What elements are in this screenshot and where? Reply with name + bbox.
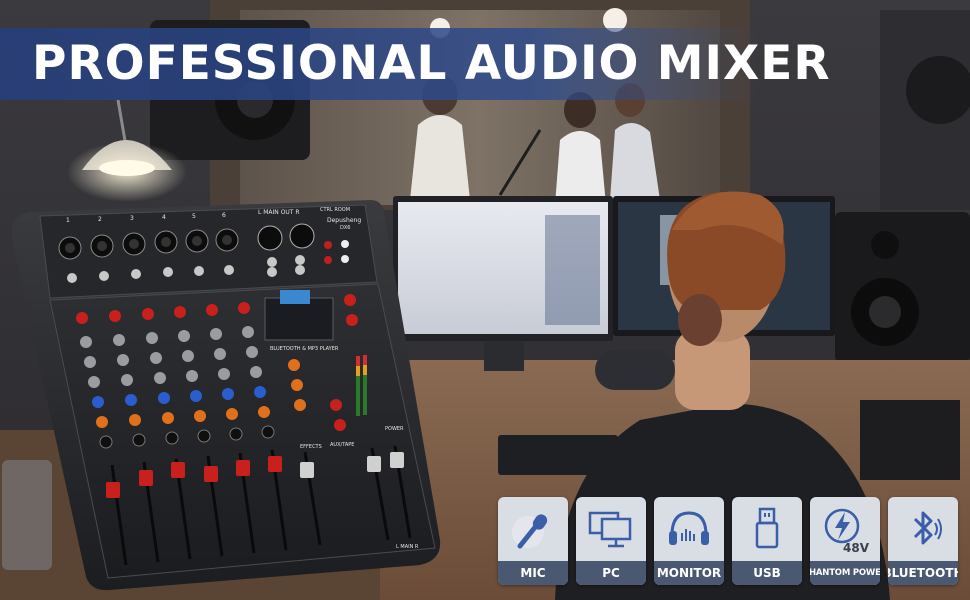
aux-tape-label: AUX/TAPE [330,442,354,448]
feature-badges: MIC PC MONITOR USB 48V HANTOM POWE LUETO… [498,497,958,585]
channel-number: 3 [130,215,134,222]
voltage-label: 48V [843,541,869,555]
feature-label: MIC [498,561,568,585]
player-label: BLUETOOTH & MP3 PLAYER [270,346,339,352]
bluetooth-icon [888,497,958,561]
model-label: DX6 [340,225,350,231]
feature-pc: PC [576,497,646,585]
main-out-label: L MAIN OUT R [258,209,300,216]
brand-label: Depusheng [327,217,361,224]
ctrl-room-label: CTRL ROOM [320,207,350,213]
feature-label: PC [576,561,646,585]
feature-bluetooth: BLUETOOTH [888,497,958,585]
channel-number: 4 [162,214,166,221]
feature-label: MONITOR [654,561,724,585]
feature-label: USB [732,561,802,585]
channel-number: 1 [66,217,70,224]
channel-number: 2 [98,216,102,223]
channel-number: 5 [192,213,196,220]
feature-usb: USB [732,497,802,585]
feature-monitor: MONITOR [654,497,724,585]
microphone-icon [498,497,568,561]
feature-label: BLUETOOTH [888,561,958,585]
usb-icon [732,497,802,561]
feature-phantom-power: 48V PHANTOM POWER [810,497,880,585]
feature-label: PHANTOM POWER [810,561,880,585]
mp3-display [264,297,334,341]
main-fader-label: L MAIN R [396,544,419,550]
phantom-power-icon: 48V [810,497,880,561]
channel-number: 6 [222,212,226,219]
power-label: POWER [385,426,404,432]
computer-monitors-icon [576,497,646,561]
bluetooth-module-label [280,290,310,304]
effects-label: EFFECTS [300,444,322,450]
feature-mic: MIC [498,497,568,585]
headphones-icon [654,497,724,561]
